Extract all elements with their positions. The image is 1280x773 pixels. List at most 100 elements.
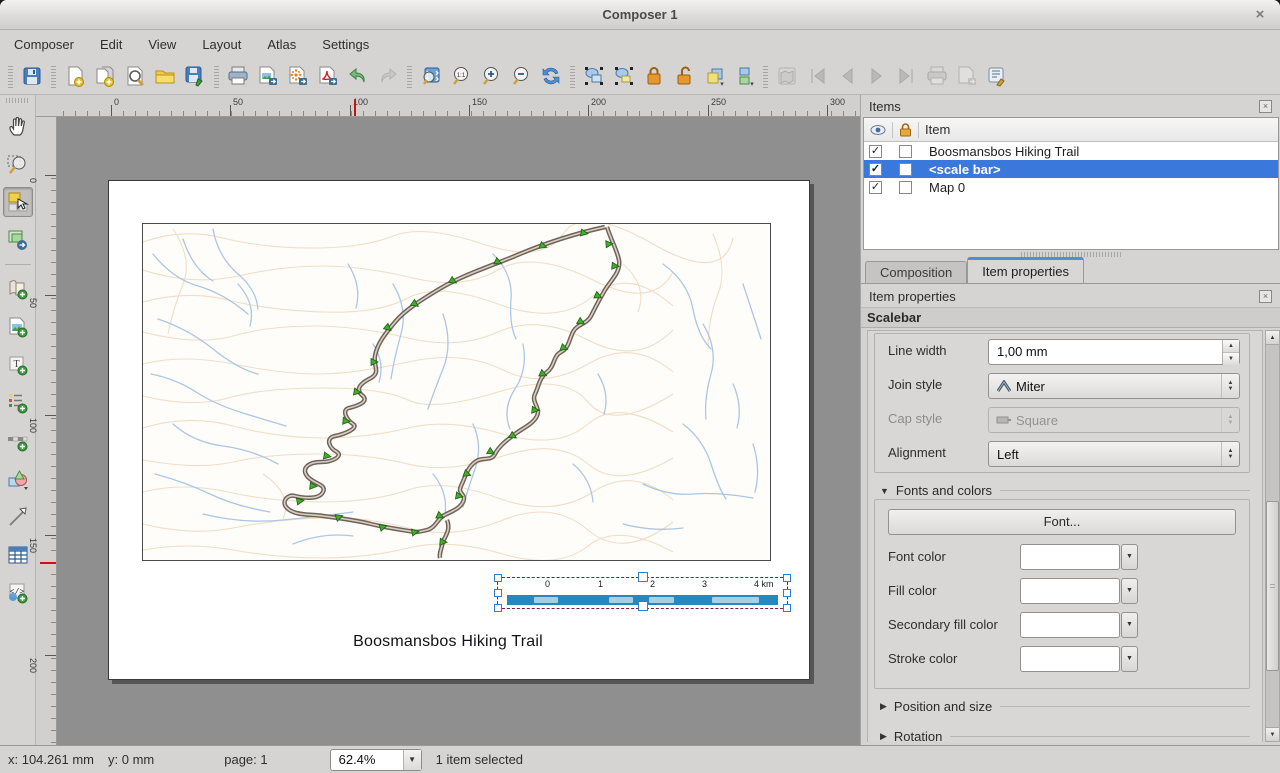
join-style-combo[interactable]: Miter ▲▼: [988, 373, 1240, 399]
stroke-color-control[interactable]: ▼: [1020, 646, 1138, 672]
unlock-items-button[interactable]: [669, 61, 699, 91]
menu-view[interactable]: View: [148, 37, 176, 52]
resize-handle-e[interactable]: [783, 589, 791, 597]
export-svg-button[interactable]: [283, 61, 313, 91]
visibility-checkbox[interactable]: ✓: [869, 163, 882, 176]
add-html-button[interactable]: </>: [3, 578, 33, 608]
ungroup-items-button[interactable]: [609, 61, 639, 91]
atlas-last-button[interactable]: [892, 61, 922, 91]
window-close-icon[interactable]: ×: [1250, 5, 1270, 25]
line-width-spinbox[interactable]: 1,00 mm ▲▼: [988, 339, 1240, 365]
position-size-group-header[interactable]: ▶ Position and size: [880, 699, 1250, 714]
resize-handle-n[interactable]: [638, 572, 648, 582]
export-atlas-button[interactable]: [952, 61, 982, 91]
line-width-spin-buttons[interactable]: ▲▼: [1222, 340, 1239, 364]
rotation-group-header[interactable]: ▶ Rotation: [880, 729, 1250, 742]
zoom-full-button[interactable]: [416, 61, 446, 91]
item-row-scalebar[interactable]: ✓ <scale bar>: [864, 160, 1278, 178]
move-item-content-button[interactable]: [3, 225, 33, 255]
resize-handle-sw[interactable]: [494, 604, 502, 612]
atlas-prev-button[interactable]: [832, 61, 862, 91]
export-image-button[interactable]: [253, 61, 283, 91]
scroll-up-icon[interactable]: ▲: [1266, 331, 1279, 345]
resize-handle-w[interactable]: [494, 589, 502, 597]
visibility-checkbox[interactable]: ✓: [869, 181, 882, 194]
zoom-in-button[interactable]: [476, 61, 506, 91]
items-panel-close-icon[interactable]: ×: [1259, 100, 1272, 113]
secondary-fill-color-well[interactable]: [1020, 612, 1120, 638]
select-move-item-button[interactable]: [3, 187, 33, 217]
scroll-down-icon[interactable]: ▼: [1266, 727, 1279, 741]
resize-handle-se[interactable]: [783, 604, 791, 612]
fill-color-well[interactable]: [1020, 578, 1120, 604]
print-atlas-button[interactable]: [922, 61, 952, 91]
add-image-button[interactable]: [3, 312, 33, 342]
secondary-fill-color-control[interactable]: ▼: [1020, 612, 1138, 638]
menu-settings[interactable]: Settings: [322, 37, 369, 52]
font-color-well[interactable]: [1020, 544, 1120, 570]
tab-item-properties[interactable]: Item properties: [967, 257, 1084, 283]
cap-style-combo[interactable]: Square ▲▼: [988, 407, 1240, 433]
atlas-next-button[interactable]: [862, 61, 892, 91]
alignment-combo[interactable]: Left ▲▼: [988, 441, 1240, 467]
resize-handle-ne[interactable]: [783, 574, 791, 582]
stroke-color-dropdown-icon[interactable]: ▼: [1121, 646, 1138, 672]
add-arrow-button[interactable]: [3, 502, 33, 532]
composer-manager-button[interactable]: [120, 61, 150, 91]
save-button[interactable]: [17, 61, 47, 91]
atlas-preview-button[interactable]: [772, 61, 802, 91]
item-properties-close-icon[interactable]: ×: [1259, 290, 1272, 303]
stroke-color-well[interactable]: [1020, 646, 1120, 672]
zoom-out-button[interactable]: [506, 61, 536, 91]
composition-page[interactable]: 0 1 2 3 4 km: [108, 180, 810, 680]
scalebar-item[interactable]: 0 1 2 3 4 km: [498, 578, 787, 608]
atlas-first-button[interactable]: [802, 61, 832, 91]
item-row-map0[interactable]: ✓ Map 0: [864, 178, 1278, 196]
menu-atlas[interactable]: Atlas: [267, 37, 296, 52]
composition-canvas[interactable]: 0 1 2 3 4 km: [57, 117, 860, 745]
resize-handle-nw[interactable]: [494, 574, 502, 582]
fill-color-dropdown-icon[interactable]: ▼: [1121, 578, 1138, 604]
map-item[interactable]: [142, 223, 771, 561]
menu-composer[interactable]: Composer: [14, 37, 74, 52]
open-button[interactable]: [150, 61, 180, 91]
atlas-settings-button[interactable]: [982, 61, 1012, 91]
secondary-fill-color-dropdown-icon[interactable]: ▼: [1121, 612, 1138, 638]
zoom-tool-button[interactable]: [3, 149, 33, 179]
scrollbar-thumb[interactable]: [1266, 501, 1279, 671]
save-as-button[interactable]: [180, 61, 210, 91]
add-label-button[interactable]: T: [3, 350, 33, 380]
zoom-actual-button[interactable]: 1:1: [446, 61, 476, 91]
group-items-button[interactable]: [579, 61, 609, 91]
pan-tool-button[interactable]: [3, 111, 33, 141]
duplicate-composition-button[interactable]: [90, 61, 120, 91]
lock-items-button[interactable]: [639, 61, 669, 91]
properties-scrollbar[interactable]: ▲ ▼: [1265, 330, 1280, 742]
tab-composition[interactable]: Composition: [865, 261, 967, 283]
fonts-colors-group-header[interactable]: ▼ Fonts and colors: [880, 483, 1250, 498]
refresh-button[interactable]: [536, 61, 566, 91]
redo-button[interactable]: [373, 61, 403, 91]
align-items-button[interactable]: ▾: [729, 61, 759, 91]
add-shape-button[interactable]: [3, 464, 33, 494]
lock-checkbox[interactable]: [899, 163, 912, 176]
fill-color-control[interactable]: ▼: [1020, 578, 1138, 604]
font-color-dropdown-icon[interactable]: ▼: [1121, 544, 1138, 570]
menu-layout[interactable]: Layout: [202, 37, 241, 52]
visibility-checkbox[interactable]: ✓: [869, 145, 882, 158]
lock-checkbox[interactable]: [899, 181, 912, 194]
font-button[interactable]: Font...: [888, 509, 1236, 535]
raise-items-button[interactable]: ▾: [699, 61, 729, 91]
add-legend-button[interactable]: [3, 388, 33, 418]
label-item[interactable]: Boosmansbos Hiking Trail: [109, 633, 787, 651]
font-color-control[interactable]: ▼: [1020, 544, 1138, 570]
item-row-hiking-trail[interactable]: ✓ Boosmansbos Hiking Trail: [864, 142, 1278, 160]
print-button[interactable]: [223, 61, 253, 91]
resize-handle-s[interactable]: [638, 601, 648, 611]
new-composition-button[interactable]: [60, 61, 90, 91]
export-pdf-button[interactable]: [313, 61, 343, 91]
lock-checkbox[interactable]: [899, 145, 912, 158]
undo-button[interactable]: [343, 61, 373, 91]
menu-edit[interactable]: Edit: [100, 37, 122, 52]
zoom-level-combo[interactable]: 62.4% ▼: [330, 749, 422, 771]
